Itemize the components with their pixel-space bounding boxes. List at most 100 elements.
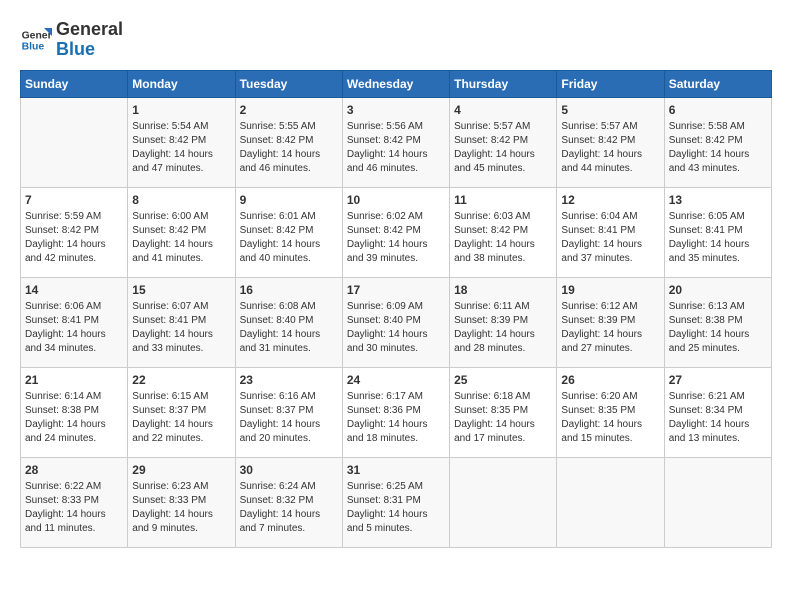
day-info: Sunrise: 6:09 AM Sunset: 8:40 PM Dayligh… <box>347 300 445 356</box>
day-info: Sunrise: 6:05 AM Sunset: 8:41 PM Dayligh… <box>669 210 767 266</box>
calendar-cell: 31Sunrise: 6:25 AM Sunset: 8:31 PM Dayli… <box>342 457 449 547</box>
day-number: 3 <box>347 102 445 119</box>
calendar-cell: 26Sunrise: 6:20 AM Sunset: 8:35 PM Dayli… <box>557 367 664 457</box>
weekday-header-row: SundayMondayTuesdayWednesdayThursdayFrid… <box>21 70 772 97</box>
calendar-table: SundayMondayTuesdayWednesdayThursdayFrid… <box>20 70 772 548</box>
day-number: 28 <box>25 462 123 479</box>
day-info: Sunrise: 5:57 AM Sunset: 8:42 PM Dayligh… <box>454 120 552 176</box>
calendar-cell: 18Sunrise: 6:11 AM Sunset: 8:39 PM Dayli… <box>450 277 557 367</box>
day-number: 7 <box>25 192 123 209</box>
svg-text:General: General <box>22 30 52 41</box>
day-number: 4 <box>454 102 552 119</box>
day-number: 20 <box>669 282 767 299</box>
day-info: Sunrise: 6:15 AM Sunset: 8:37 PM Dayligh… <box>132 390 230 446</box>
weekday-header-wednesday: Wednesday <box>342 70 449 97</box>
logo: General Blue General Blue <box>20 20 123 60</box>
day-number: 11 <box>454 192 552 209</box>
svg-text:Blue: Blue <box>22 41 45 52</box>
day-info: Sunrise: 6:03 AM Sunset: 8:42 PM Dayligh… <box>454 210 552 266</box>
day-info: Sunrise: 5:57 AM Sunset: 8:42 PM Dayligh… <box>561 120 659 176</box>
day-number: 8 <box>132 192 230 209</box>
day-info: Sunrise: 6:02 AM Sunset: 8:42 PM Dayligh… <box>347 210 445 266</box>
day-number: 19 <box>561 282 659 299</box>
day-info: Sunrise: 6:22 AM Sunset: 8:33 PM Dayligh… <box>25 480 123 536</box>
calendar-cell: 10Sunrise: 6:02 AM Sunset: 8:42 PM Dayli… <box>342 187 449 277</box>
day-number: 12 <box>561 192 659 209</box>
day-number: 25 <box>454 372 552 389</box>
calendar-cell: 23Sunrise: 6:16 AM Sunset: 8:37 PM Dayli… <box>235 367 342 457</box>
calendar-cell: 16Sunrise: 6:08 AM Sunset: 8:40 PM Dayli… <box>235 277 342 367</box>
calendar-cell: 6Sunrise: 5:58 AM Sunset: 8:42 PM Daylig… <box>664 97 771 187</box>
day-number: 6 <box>669 102 767 119</box>
calendar-cell: 7Sunrise: 5:59 AM Sunset: 8:42 PM Daylig… <box>21 187 128 277</box>
calendar-cell: 3Sunrise: 5:56 AM Sunset: 8:42 PM Daylig… <box>342 97 449 187</box>
calendar-cell: 25Sunrise: 6:18 AM Sunset: 8:35 PM Dayli… <box>450 367 557 457</box>
day-number: 26 <box>561 372 659 389</box>
weekday-header-tuesday: Tuesday <box>235 70 342 97</box>
calendar-cell: 1Sunrise: 5:54 AM Sunset: 8:42 PM Daylig… <box>128 97 235 187</box>
calendar-cell: 14Sunrise: 6:06 AM Sunset: 8:41 PM Dayli… <box>21 277 128 367</box>
calendar-cell: 21Sunrise: 6:14 AM Sunset: 8:38 PM Dayli… <box>21 367 128 457</box>
day-number: 9 <box>240 192 338 209</box>
day-number: 10 <box>347 192 445 209</box>
calendar-cell: 19Sunrise: 6:12 AM Sunset: 8:39 PM Dayli… <box>557 277 664 367</box>
day-number: 13 <box>669 192 767 209</box>
calendar-cell: 22Sunrise: 6:15 AM Sunset: 8:37 PM Dayli… <box>128 367 235 457</box>
day-number: 22 <box>132 372 230 389</box>
day-info: Sunrise: 6:24 AM Sunset: 8:32 PM Dayligh… <box>240 480 338 536</box>
day-number: 15 <box>132 282 230 299</box>
day-number: 31 <box>347 462 445 479</box>
day-info: Sunrise: 6:21 AM Sunset: 8:34 PM Dayligh… <box>669 390 767 446</box>
day-info: Sunrise: 6:17 AM Sunset: 8:36 PM Dayligh… <box>347 390 445 446</box>
weekday-header-thursday: Thursday <box>450 70 557 97</box>
calendar-cell <box>664 457 771 547</box>
weekday-header-sunday: Sunday <box>21 70 128 97</box>
day-number: 21 <box>25 372 123 389</box>
calendar-cell: 29Sunrise: 6:23 AM Sunset: 8:33 PM Dayli… <box>128 457 235 547</box>
day-number: 29 <box>132 462 230 479</box>
calendar-cell: 12Sunrise: 6:04 AM Sunset: 8:41 PM Dayli… <box>557 187 664 277</box>
day-info: Sunrise: 6:23 AM Sunset: 8:33 PM Dayligh… <box>132 480 230 536</box>
day-info: Sunrise: 6:00 AM Sunset: 8:42 PM Dayligh… <box>132 210 230 266</box>
day-info: Sunrise: 5:58 AM Sunset: 8:42 PM Dayligh… <box>669 120 767 176</box>
calendar-cell <box>450 457 557 547</box>
day-info: Sunrise: 6:12 AM Sunset: 8:39 PM Dayligh… <box>561 300 659 356</box>
day-number: 14 <box>25 282 123 299</box>
calendar-cell: 11Sunrise: 6:03 AM Sunset: 8:42 PM Dayli… <box>450 187 557 277</box>
day-number: 23 <box>240 372 338 389</box>
day-info: Sunrise: 6:18 AM Sunset: 8:35 PM Dayligh… <box>454 390 552 446</box>
weekday-header-saturday: Saturday <box>664 70 771 97</box>
day-info: Sunrise: 6:06 AM Sunset: 8:41 PM Dayligh… <box>25 300 123 356</box>
day-info: Sunrise: 6:01 AM Sunset: 8:42 PM Dayligh… <box>240 210 338 266</box>
calendar-week-row: 21Sunrise: 6:14 AM Sunset: 8:38 PM Dayli… <box>21 367 772 457</box>
day-info: Sunrise: 5:59 AM Sunset: 8:42 PM Dayligh… <box>25 210 123 266</box>
day-info: Sunrise: 5:55 AM Sunset: 8:42 PM Dayligh… <box>240 120 338 176</box>
logo-text: General Blue <box>56 20 123 60</box>
weekday-header-monday: Monday <box>128 70 235 97</box>
day-info: Sunrise: 6:07 AM Sunset: 8:41 PM Dayligh… <box>132 300 230 356</box>
calendar-cell: 30Sunrise: 6:24 AM Sunset: 8:32 PM Dayli… <box>235 457 342 547</box>
day-info: Sunrise: 6:13 AM Sunset: 8:38 PM Dayligh… <box>669 300 767 356</box>
day-info: Sunrise: 6:25 AM Sunset: 8:31 PM Dayligh… <box>347 480 445 536</box>
day-info: Sunrise: 6:04 AM Sunset: 8:41 PM Dayligh… <box>561 210 659 266</box>
logo-icon: General Blue <box>20 24 52 56</box>
day-number: 27 <box>669 372 767 389</box>
calendar-cell: 24Sunrise: 6:17 AM Sunset: 8:36 PM Dayli… <box>342 367 449 457</box>
calendar-cell: 2Sunrise: 5:55 AM Sunset: 8:42 PM Daylig… <box>235 97 342 187</box>
calendar-cell: 15Sunrise: 6:07 AM Sunset: 8:41 PM Dayli… <box>128 277 235 367</box>
day-info: Sunrise: 5:56 AM Sunset: 8:42 PM Dayligh… <box>347 120 445 176</box>
calendar-cell <box>557 457 664 547</box>
calendar-cell: 28Sunrise: 6:22 AM Sunset: 8:33 PM Dayli… <box>21 457 128 547</box>
calendar-cell: 13Sunrise: 6:05 AM Sunset: 8:41 PM Dayli… <box>664 187 771 277</box>
calendar-week-row: 28Sunrise: 6:22 AM Sunset: 8:33 PM Dayli… <box>21 457 772 547</box>
calendar-cell: 17Sunrise: 6:09 AM Sunset: 8:40 PM Dayli… <box>342 277 449 367</box>
day-info: Sunrise: 6:11 AM Sunset: 8:39 PM Dayligh… <box>454 300 552 356</box>
day-info: Sunrise: 6:20 AM Sunset: 8:35 PM Dayligh… <box>561 390 659 446</box>
day-number: 1 <box>132 102 230 119</box>
calendar-cell: 8Sunrise: 6:00 AM Sunset: 8:42 PM Daylig… <box>128 187 235 277</box>
calendar-cell: 9Sunrise: 6:01 AM Sunset: 8:42 PM Daylig… <box>235 187 342 277</box>
calendar-week-row: 7Sunrise: 5:59 AM Sunset: 8:42 PM Daylig… <box>21 187 772 277</box>
weekday-header-friday: Friday <box>557 70 664 97</box>
day-number: 2 <box>240 102 338 119</box>
day-number: 30 <box>240 462 338 479</box>
